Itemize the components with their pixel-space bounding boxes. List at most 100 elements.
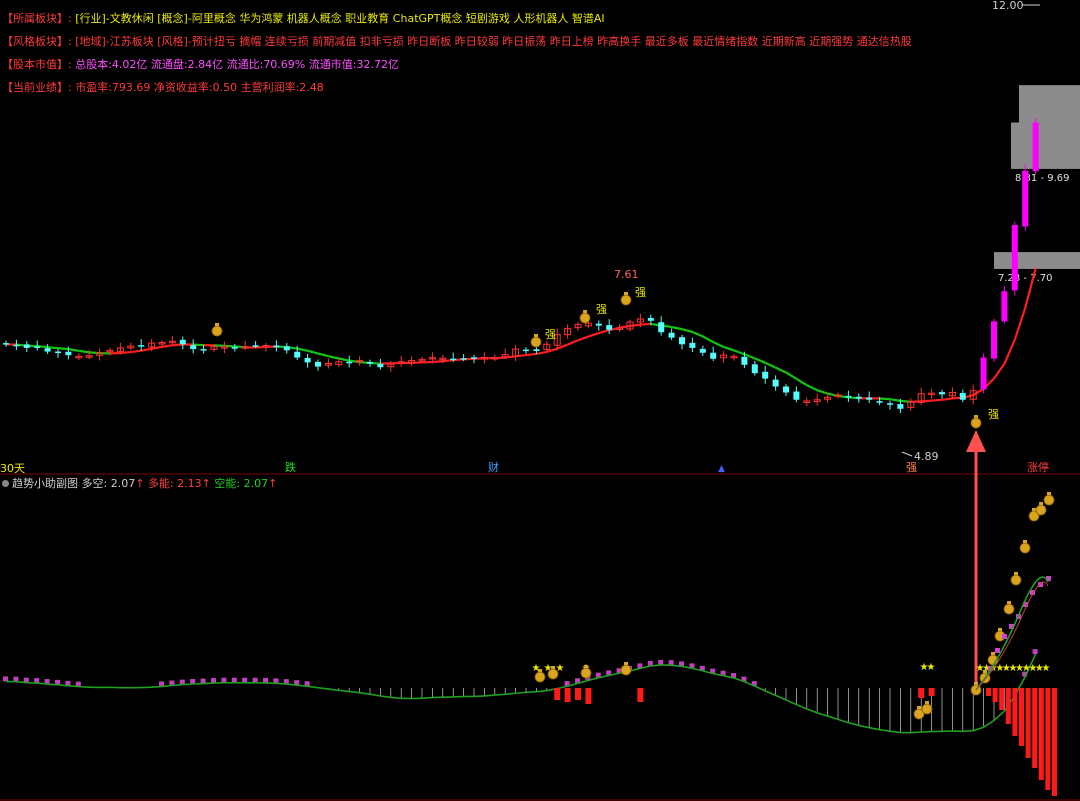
- strong-signal-label: 强: [988, 408, 999, 421]
- candle-body: [887, 403, 893, 405]
- ma-line-segment: [931, 398, 943, 402]
- money-bag-icon: [983, 670, 987, 673]
- money-bag-icon: [538, 669, 542, 672]
- indicator-trend-line: [972, 726, 984, 732]
- high-price-label: 12.00: [992, 0, 1024, 12]
- ma-line-segment: [161, 344, 173, 348]
- indicator-trend-line: [889, 730, 901, 734]
- ma-line-segment: [120, 350, 131, 355]
- candle-body: [252, 345, 259, 347]
- price-range-label: 7.28 - 7.70: [998, 273, 1053, 284]
- indicator-trend-line: [203, 682, 215, 685]
- indicator-trend-line: [764, 690, 776, 697]
- signal-arrow-head: [966, 430, 986, 452]
- style-key: 【风格板块】:: [2, 35, 72, 48]
- candle-body: [13, 344, 20, 347]
- duoneng-label: 多能:: [147, 477, 174, 490]
- energy-bar: [637, 688, 644, 702]
- indicator-trend-line: [494, 693, 506, 696]
- ma-line-segment: [619, 324, 631, 329]
- sector-value[interactable]: [行业]-文教休闲 [概念]-阿里概念 华为鸿蒙 机器人概念 职业教育 Chat…: [75, 12, 604, 25]
- ma-line-segment: [598, 329, 610, 335]
- money-bag-icon: [970, 417, 982, 429]
- ma-line-segment: [432, 360, 443, 364]
- candle-body: [471, 357, 477, 359]
- candle-body: [315, 361, 321, 367]
- candle-body: [294, 351, 301, 358]
- ma-line-segment: [130, 349, 142, 354]
- candle-body: [65, 351, 72, 356]
- ma-line-segment: [338, 357, 350, 362]
- indicator-trend-line: [47, 683, 59, 686]
- strong-signal-label: 强: [635, 286, 646, 299]
- indicator-trend-line: [380, 695, 391, 699]
- up-arrow-icon: ↑: [268, 477, 278, 490]
- candle-body: [606, 325, 613, 330]
- performance-value: 市盈率:793.69 净资收益率:0.50 主营利润率:2.48: [75, 81, 324, 94]
- ma-line-segment: [141, 347, 152, 352]
- money-bag-icon: [620, 294, 632, 306]
- candle-body: [980, 357, 987, 390]
- indicator-trend-line: [848, 721, 860, 727]
- money-bag-icon: [580, 667, 592, 679]
- ma-line-segment: [806, 384, 818, 392]
- duokong-label: 多空:: [81, 477, 108, 490]
- money-bag-icon: [1043, 494, 1055, 506]
- sector-key: 【所属板块】:: [2, 12, 72, 25]
- indicator-trend-line: [993, 710, 1005, 722]
- candle-body: [772, 379, 779, 387]
- candle-body: [595, 323, 602, 326]
- candle-body: [866, 397, 873, 400]
- candle-body: [793, 391, 800, 400]
- candlestick-chart[interactable]: 9.69 - 10.438.81 - 9.697.28 - 7.7012.007…: [0, 0, 1080, 801]
- candle-body: [876, 401, 883, 403]
- indicator-trend-line: [473, 695, 485, 698]
- candle-body: [845, 395, 852, 398]
- indicator-trend-line: [182, 683, 194, 686]
- ma-line-segment: [567, 339, 579, 346]
- ma-line-segment: [785, 371, 797, 380]
- candle-body: [367, 362, 373, 364]
- candle-body: [533, 349, 540, 351]
- indicator-trend-line: [307, 685, 319, 689]
- ma-line-segment: [213, 344, 225, 347]
- money-bag-icon: [211, 325, 223, 337]
- energy-bar: [992, 688, 998, 702]
- event-marker-cai: 财: [488, 460, 499, 474]
- kongneng-label: 空能:: [214, 477, 241, 490]
- event-marker-limitup: 涨停: [1027, 460, 1049, 474]
- indicator-trend-line: [421, 696, 433, 700]
- energy-bar: [1032, 688, 1038, 768]
- event-marker-qiang: 强: [906, 461, 917, 474]
- indicator-trend-line: [57, 684, 69, 687]
- money-bag-icon: [1019, 542, 1031, 554]
- indicator-trend-line: [505, 692, 516, 696]
- ma-line-segment: [733, 349, 745, 356]
- style-value[interactable]: [地域]-江苏板块 [风格]-预计扭亏 摘帽 连续亏损 前期减值 扣非亏损 昨日…: [75, 35, 912, 48]
- money-bag-icon: [624, 292, 628, 295]
- indicator-dot-icon[interactable]: [2, 480, 9, 487]
- candle-body: [741, 356, 748, 365]
- indicator-trend-line: [796, 703, 808, 710]
- candle-body: [55, 351, 61, 354]
- ma-line-segment: [172, 343, 183, 347]
- duoneng-value: 2.13: [177, 477, 202, 490]
- candle-body: [991, 321, 997, 359]
- candle-body: [959, 392, 966, 400]
- candle-body: [689, 342, 696, 348]
- candle-body: [658, 322, 665, 333]
- sector-row: 【所属板块】: [行业]-文教休闲 [概念]-阿里概念 华为鸿蒙 机器人概念 职…: [2, 10, 605, 26]
- candle-body: [179, 339, 186, 345]
- ma-line-segment: [328, 355, 340, 360]
- indicator-trend-line: [161, 684, 173, 688]
- indicator-trend-line: [484, 694, 495, 697]
- money-bag-icon: [583, 310, 587, 313]
- candle-body: [1032, 122, 1039, 172]
- candle-body: [855, 396, 862, 399]
- indicator-trend-line: [338, 689, 350, 693]
- performance-key: 【当前业绩】:: [2, 81, 72, 94]
- energy-bar: [1052, 688, 1057, 796]
- indicator-trend-line: [525, 690, 537, 694]
- candle-body: [190, 345, 197, 350]
- ma-line-segment: [879, 397, 891, 401]
